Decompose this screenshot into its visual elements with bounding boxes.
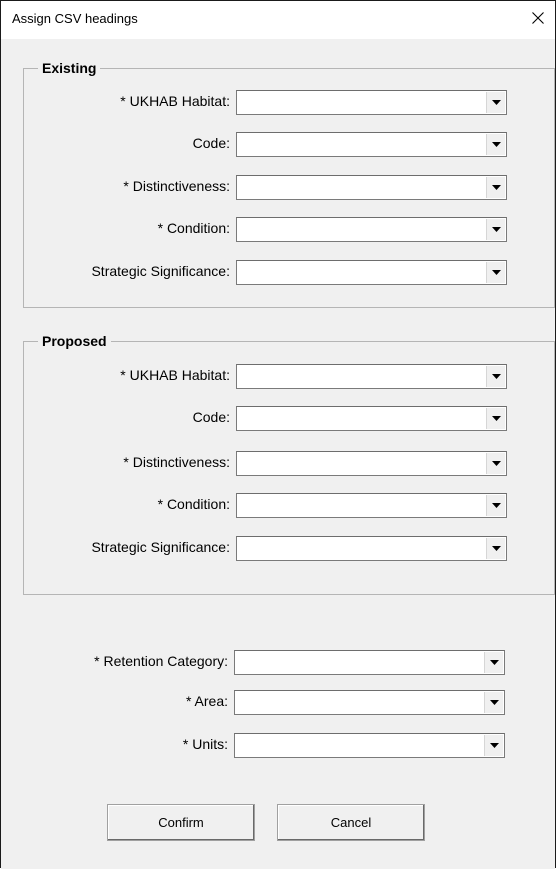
proposed-condition-label: * Condition: [157, 496, 230, 512]
dropdown-arrow-icon[interactable] [486, 366, 505, 387]
window-title: Assign CSV headings [12, 11, 138, 26]
confirm-button[interactable]: Confirm [107, 804, 255, 841]
existing-ukhab-habitat-combo[interactable] [236, 90, 507, 115]
close-button[interactable] [521, 1, 555, 39]
assign-csv-headings-dialog: Assign CSV headings Existing * UKHAB Hab… [0, 0, 556, 869]
dropdown-arrow-icon[interactable] [486, 408, 505, 429]
existing-strategic-significance-label: Strategic Significance: [91, 263, 230, 279]
proposed-ukhab-habitat-label: * UKHAB Habitat: [120, 367, 230, 383]
dropdown-arrow-icon[interactable] [486, 134, 505, 155]
proposed-ukhab-habitat-combo[interactable] [236, 364, 507, 389]
existing-ukhab-habitat-label: * UKHAB Habitat: [120, 93, 230, 109]
dropdown-arrow-icon[interactable] [486, 262, 505, 283]
title-bar: Assign CSV headings [1, 1, 555, 39]
cancel-button[interactable]: Cancel [277, 804, 425, 841]
dropdown-arrow-icon[interactable] [486, 495, 505, 516]
proposed-condition-combo[interactable] [236, 493, 507, 518]
dropdown-arrow-icon[interactable] [486, 453, 505, 474]
area-combo[interactable] [234, 690, 505, 715]
proposed-distinctiveness-combo[interactable] [236, 451, 507, 476]
close-icon [532, 11, 544, 29]
existing-code-combo[interactable] [236, 132, 507, 157]
area-label: * Area: [185, 693, 228, 709]
existing-distinctiveness-combo[interactable] [236, 175, 507, 200]
existing-strategic-significance-combo[interactable] [236, 260, 507, 285]
existing-legend: Existing [38, 60, 101, 76]
existing-condition-label: * Condition: [157, 220, 230, 236]
proposed-code-combo[interactable] [236, 406, 507, 431]
retention-category-combo[interactable] [234, 650, 505, 675]
proposed-distinctiveness-label: * Distinctiveness: [123, 454, 230, 470]
dropdown-arrow-icon[interactable] [484, 735, 503, 756]
proposed-legend: Proposed [38, 333, 111, 349]
dropdown-arrow-icon[interactable] [486, 92, 505, 113]
existing-code-label: Code: [192, 135, 230, 151]
dialog-body: Existing * UKHAB Habitat: Code: * Distin… [1, 39, 555, 869]
retention-category-label: * Retention Category: [94, 653, 228, 669]
proposed-strategic-significance-label: Strategic Significance: [91, 539, 230, 555]
proposed-code-label: Code: [192, 409, 230, 425]
units-label: * Units: [182, 736, 228, 752]
dropdown-arrow-icon[interactable] [486, 219, 505, 240]
existing-condition-combo[interactable] [236, 217, 507, 242]
dropdown-arrow-icon[interactable] [486, 177, 505, 198]
dropdown-arrow-icon[interactable] [484, 652, 503, 673]
proposed-strategic-significance-combo[interactable] [236, 536, 507, 561]
existing-distinctiveness-label: * Distinctiveness: [123, 178, 230, 194]
dropdown-arrow-icon[interactable] [486, 538, 505, 559]
dropdown-arrow-icon[interactable] [484, 692, 503, 713]
units-combo[interactable] [234, 733, 505, 758]
